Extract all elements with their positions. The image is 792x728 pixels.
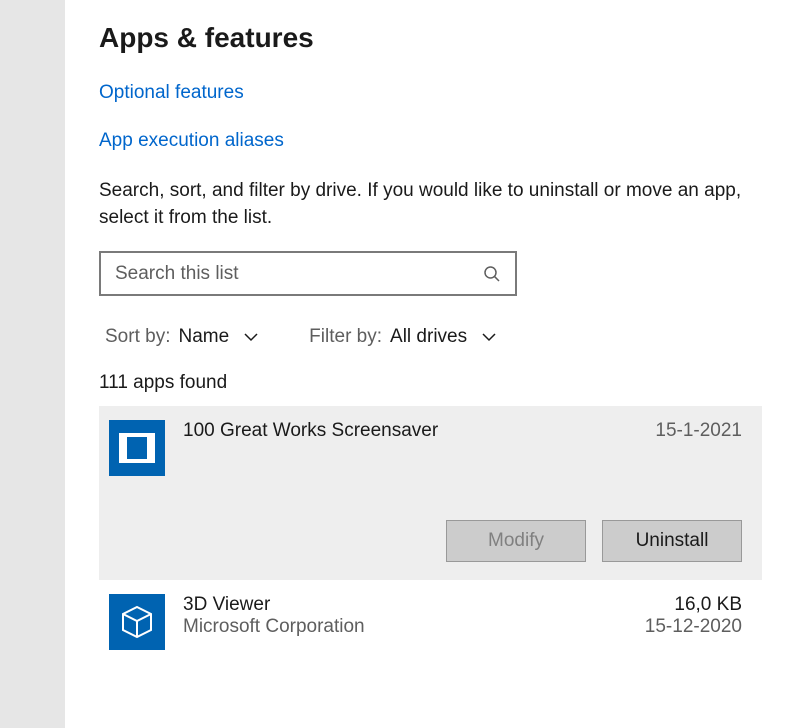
page-title: Apps & features	[99, 22, 762, 54]
sort-value: Name	[178, 326, 229, 348]
sidebar-strip	[0, 0, 65, 728]
modify-button: Modify	[446, 520, 586, 562]
filters-row: Sort by: Name Filter by: All drives	[99, 326, 762, 348]
app-item-selected[interactable]: 100 Great Works Screensaver 15-1-2021 Mo…	[99, 406, 762, 580]
chevron-down-icon	[243, 332, 259, 342]
chevron-down-icon	[481, 332, 497, 342]
uninstall-button[interactable]: Uninstall	[602, 520, 742, 562]
filter-label: Filter by:	[309, 326, 382, 348]
apps-count: 111 apps found	[99, 372, 762, 394]
help-text: Search, sort, and filter by drive. If yo…	[99, 178, 762, 231]
search-box[interactable]	[99, 251, 517, 296]
app-item[interactable]: 3D Viewer Microsoft Corporation 16,0 KB …	[99, 580, 762, 664]
screensaver-icon	[109, 420, 165, 476]
app-actions: Modify Uninstall	[109, 520, 742, 562]
app-publisher: Microsoft Corporation	[183, 616, 614, 638]
sort-dropdown[interactable]: Sort by: Name	[105, 326, 259, 348]
app-list: 100 Great Works Screensaver 15-1-2021 Mo…	[99, 406, 762, 664]
optional-features-link[interactable]: Optional features	[99, 82, 244, 104]
app-date: 15-1-2021	[632, 420, 742, 442]
app-name: 3D Viewer	[183, 594, 614, 616]
sort-label: Sort by:	[105, 326, 170, 348]
app-date: 15-12-2020	[632, 616, 742, 638]
search-input[interactable]	[115, 263, 483, 285]
app-execution-aliases-link[interactable]: App execution aliases	[99, 130, 284, 152]
cube-icon	[109, 594, 165, 650]
filter-dropdown[interactable]: Filter by: All drives	[309, 326, 497, 348]
filter-value: All drives	[390, 326, 467, 348]
app-size: 16,0 KB	[632, 594, 742, 616]
app-name: 100 Great Works Screensaver	[183, 420, 614, 442]
search-icon	[483, 265, 501, 283]
main-content: Apps & features Optional features App ex…	[65, 0, 792, 728]
